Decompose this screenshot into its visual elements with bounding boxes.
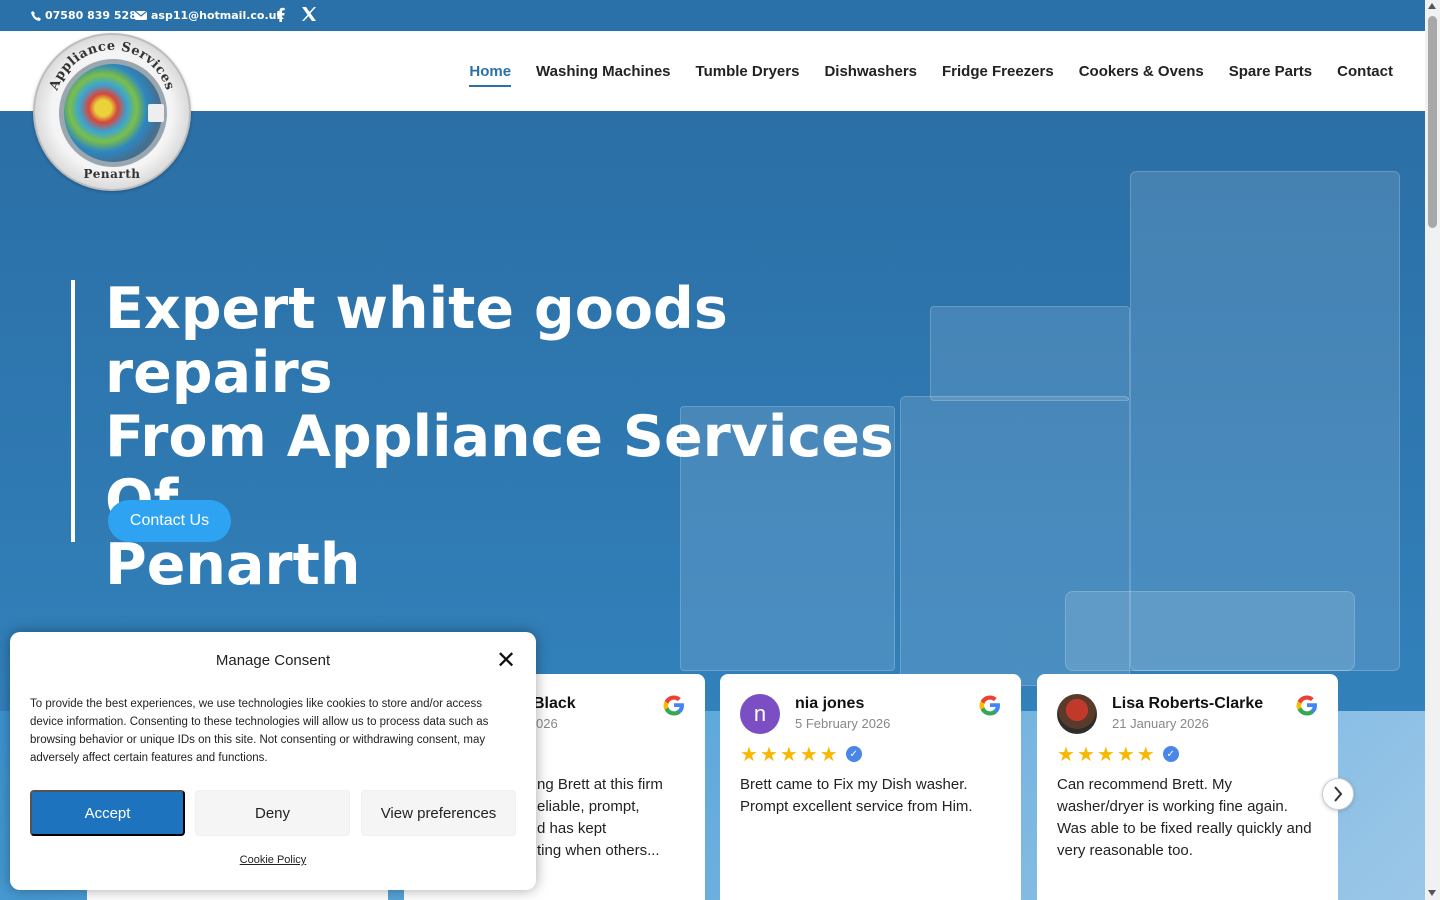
phone-contact[interactable]: 07580 839 528 bbox=[31, 9, 137, 22]
google-icon bbox=[1296, 695, 1317, 716]
top-bar: 07580 839 528 asp11@hotmail.co.uk bbox=[0, 0, 1425, 31]
chevron-right-icon bbox=[1334, 786, 1343, 802]
close-icon[interactable]: ✕ bbox=[496, 648, 516, 672]
main-nav: Home Washing Machines Tumble Dryers Dish… bbox=[469, 31, 1393, 111]
hero-section: Expert white goods repairs From Applianc… bbox=[0, 111, 1425, 711]
scroll-up-arrow[interactable] bbox=[1428, 3, 1436, 9]
page-scrollbar[interactable] bbox=[1425, 0, 1440, 900]
star-rating: ★ ★ ★ ★ ★ ✓ bbox=[1057, 744, 1179, 764]
star-icon: ★ bbox=[759, 742, 778, 766]
star-icon: ★ bbox=[1057, 742, 1075, 766]
nav-contact[interactable]: Contact bbox=[1337, 31, 1393, 111]
x-icon bbox=[302, 7, 316, 21]
cookie-consent-dialog: Manage Consent ✕ To provide the best exp… bbox=[10, 632, 536, 890]
google-icon bbox=[663, 695, 684, 716]
logo-town: Penarth bbox=[83, 167, 141, 181]
view-preferences-button[interactable]: View preferences bbox=[361, 790, 516, 836]
carousel-next-button[interactable] bbox=[1322, 778, 1354, 810]
email-contact[interactable]: asp11@hotmail.co.uk bbox=[135, 9, 284, 22]
scrollbar-thumb[interactable] bbox=[1428, 16, 1437, 228]
star-icon: ★ bbox=[799, 742, 818, 766]
reviewer-name: Black bbox=[533, 695, 576, 712]
envelope-icon bbox=[135, 11, 147, 20]
star-icon: ★ bbox=[1096, 742, 1115, 766]
reviewer-avatar: n bbox=[740, 694, 780, 734]
email-address: asp11@hotmail.co.uk bbox=[151, 9, 284, 22]
cookie-policy-link[interactable]: Cookie Policy bbox=[10, 854, 536, 866]
review-text: Brett came to Fix my Dish washer. Prompt… bbox=[740, 776, 973, 815]
star-icon: ★ bbox=[779, 742, 798, 766]
nav-home[interactable]: Home bbox=[469, 31, 511, 111]
nav-spare-parts[interactable]: Spare Parts bbox=[1229, 31, 1312, 111]
review-date: 5 February 2026 bbox=[795, 716, 891, 731]
consent-message: To provide the best experiences, we use … bbox=[30, 698, 489, 764]
reviewer-name: nia jones bbox=[795, 695, 865, 712]
verified-icon: ✓ bbox=[1162, 746, 1179, 762]
nav-dishwashers[interactable]: Dishwashers bbox=[824, 31, 917, 111]
phone-icon bbox=[31, 10, 41, 21]
nav-cookers-ovens[interactable]: Cookers & Ovens bbox=[1079, 31, 1204, 111]
google-icon bbox=[979, 695, 1000, 716]
phone-number: 07580 839 528 bbox=[45, 9, 137, 22]
star-icon: ★ bbox=[1116, 742, 1135, 766]
site-logo[interactable]: Appliance Services Penarth bbox=[33, 33, 191, 191]
hero-heading-line: Expert white goods repairs bbox=[105, 276, 728, 406]
star-icon: ★ bbox=[1076, 742, 1095, 766]
scroll-down-arrow[interactable] bbox=[1428, 890, 1436, 896]
review-date: 21 January 2026 bbox=[1112, 716, 1209, 731]
appliance-graphic bbox=[1065, 591, 1355, 671]
review-card: Lisa Roberts-Clarke 21 January 2026 ★ ★ ★ ★… bbox=[1037, 674, 1338, 900]
nav-tumble-dryers[interactable]: Tumble Dryers bbox=[696, 31, 800, 111]
verified-icon: ✓ bbox=[845, 746, 862, 762]
contact-us-button[interactable]: Contact Us bbox=[108, 500, 231, 542]
facebook-icon bbox=[277, 7, 285, 22]
reviewer-name: Lisa Roberts-Clarke bbox=[1112, 695, 1264, 712]
star-rating: ★ ★ ★ ★ ★ ✓ bbox=[740, 744, 862, 764]
accept-button[interactable]: Accept bbox=[30, 790, 185, 836]
hero-content: Expert white goods repairs From Applianc… bbox=[71, 277, 935, 597]
x-link[interactable] bbox=[302, 7, 316, 21]
site-header: Home Washing Machines Tumble Dryers Dish… bbox=[0, 31, 1425, 111]
appliance-graphic bbox=[930, 306, 1130, 401]
nav-fridge-freezers[interactable]: Fridge Freezers bbox=[942, 31, 1054, 111]
review-date: 026 bbox=[536, 716, 558, 731]
nav-washing-machines[interactable]: Washing Machines bbox=[536, 31, 670, 111]
star-icon: ★ bbox=[740, 742, 758, 766]
star-icon: ★ bbox=[1136, 742, 1155, 766]
review-card: n nia jones 5 February 2026 ★ ★ ★ ★ ★ ✓ Bret… bbox=[720, 674, 1021, 900]
deny-button[interactable]: Deny bbox=[195, 790, 350, 836]
washing-drum-graphic bbox=[59, 59, 167, 167]
reviewer-avatar bbox=[1057, 694, 1097, 734]
facebook-link[interactable] bbox=[276, 7, 285, 22]
review-text: Can recommend Brett. My washer/dryer is … bbox=[1057, 776, 1312, 859]
hero-heading: Expert white goods repairs From Applianc… bbox=[105, 277, 935, 597]
consent-title: Manage Consent bbox=[215, 652, 331, 669]
star-icon: ★ bbox=[819, 742, 838, 766]
